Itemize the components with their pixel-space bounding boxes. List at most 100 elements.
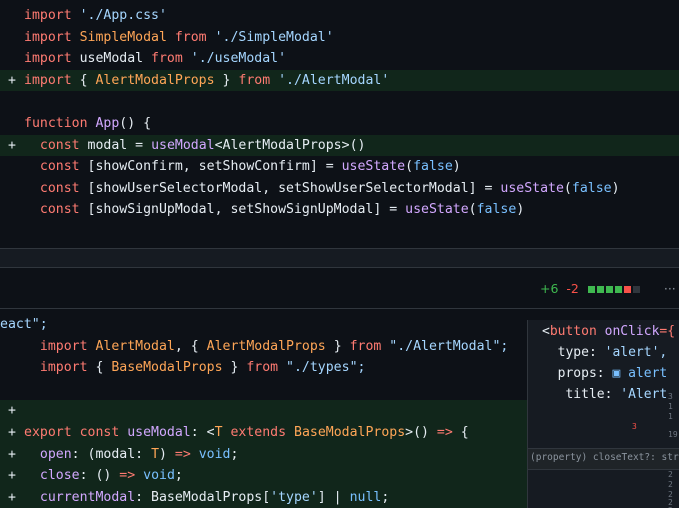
code-token: SimpleModal [79, 29, 175, 45]
code-token: useModal [127, 425, 191, 440]
diff-marker: + [8, 425, 16, 440]
code-token: open [39, 446, 72, 462]
code-token: <AlertModalProps>() [214, 137, 366, 153]
tooltip-text: (property) closeText?: strin [530, 452, 679, 463]
diff-line: const [showUserSelectorModal, setShowUse… [0, 178, 679, 200]
code-token: void [198, 446, 231, 462]
code-token: AlertModalProps [206, 338, 334, 354]
diff-line: const [showSignUpModal, setShowSignUpMod… [0, 199, 679, 221]
diff-line: function App() { [0, 113, 679, 135]
code-token: ] | [317, 489, 350, 505]
code-token: import [24, 338, 96, 354]
code-token: const [39, 180, 88, 196]
code-token: : () [79, 468, 120, 484]
code-token: T [151, 446, 160, 462]
code-text: import AlertModal, { AlertModalProps } f… [24, 336, 509, 358]
code-text: import SimpleModal from './SimpleModal' [24, 27, 334, 49]
code-token: { [95, 360, 112, 376]
code-token: const [39, 159, 88, 175]
code-token: './App.css' [79, 8, 167, 23]
code-token: => [174, 446, 199, 462]
code-token: => [119, 468, 144, 484]
code-token: useModal [79, 51, 152, 67]
code-text: const [showConfirm, setShowConfirm] = us… [24, 156, 461, 178]
code-text: import { BaseModalProps } from "./types"… [24, 357, 366, 379]
diff-marker: + [8, 403, 16, 419]
code-token: useState [405, 202, 469, 218]
hover-tooltip: (property) closeText?: strin [528, 448, 679, 470]
code-token: onClick [604, 324, 660, 339]
code-token: title: [542, 387, 621, 402]
editor-overlay: <button onClick={ type: 'alert', props: … [527, 320, 679, 508]
code-token: [showSignUpModal, setShowSignUpModal] = [87, 202, 406, 218]
code-token: import [24, 51, 80, 67]
code-token: false [571, 180, 612, 196]
minimap-line-number: 3 [668, 392, 673, 401]
code-text: close: () => void; [24, 465, 183, 487]
code-token: < [542, 324, 550, 339]
code-token: ▣ alert [612, 366, 668, 381]
code-token: >() [405, 425, 437, 440]
code-text: const [showSignUpModal, setShowSignUpMod… [24, 199, 524, 221]
gutter-number: 3 [632, 422, 637, 431]
code-token: App [95, 116, 120, 131]
top-diff-pane: import './App.css' import SimpleModal fro… [0, 0, 679, 250]
minimap-line-number: 2 [668, 480, 673, 489]
code-token: => [436, 425, 461, 440]
code-token: from [238, 72, 279, 88]
code-token: { [79, 72, 96, 88]
code-text: import { AlertModalProps } from './Alert… [24, 70, 389, 92]
code-token: const [39, 202, 88, 218]
code-text: eact"; [0, 314, 48, 336]
code-token: './useModal' [190, 51, 287, 67]
diff-line: + import { AlertModalProps } from './Aler… [0, 69, 679, 92]
diff-line [0, 91, 679, 113]
code-token: import [24, 8, 80, 23]
minimap-line-number: 19 [668, 430, 678, 439]
code-token: ( [468, 202, 477, 218]
code-token: AlertModalProps [95, 72, 223, 88]
code-token: { [460, 425, 469, 440]
code-token: modal = [87, 137, 152, 153]
overlay-code-line: props: ▣ alert [542, 366, 668, 381]
diff-line: const [showConfirm, setShowConfirm] = us… [0, 156, 679, 178]
code-token: useModal [151, 137, 215, 153]
overlay-code-line: title: 'Alert [542, 387, 667, 402]
diff-marker: + [8, 72, 16, 88]
code-token: ) [611, 180, 620, 196]
more-options-icon[interactable]: ··· [664, 281, 676, 296]
code-token: import [24, 360, 96, 376]
code-text: function App() { [24, 113, 151, 135]
code-token: './AlertModal' [278, 72, 390, 88]
code-token: from [151, 51, 191, 67]
code-token: 'Alert [620, 387, 668, 402]
code-token: ; [174, 468, 183, 484]
code-token: 'type' [270, 489, 318, 505]
code-token: import [24, 29, 80, 45]
minimap-line-number: 1 [668, 402, 673, 411]
code-token: useState [500, 180, 564, 196]
divider-band [0, 248, 679, 268]
code-token: BaseModalProps [294, 425, 406, 440]
code-token: "./AlertModal"; [389, 338, 509, 354]
code-token: false [476, 202, 517, 218]
code-token: T [214, 425, 231, 440]
code-token: import [24, 72, 80, 88]
code-token: close [39, 468, 80, 484]
code-token: BaseModalProps [111, 360, 231, 376]
code-text: currentModal: BaseModalProps['type'] | n… [24, 487, 389, 508]
code-token: useState [341, 159, 406, 175]
code-token: "./types"; [286, 360, 366, 376]
code-token: ) [452, 159, 461, 175]
code-token: type: [542, 345, 605, 360]
overlay-code-line: <button onClick={ [542, 324, 675, 339]
minimap-line-number: 1 [668, 412, 673, 421]
diff-line: import SimpleModal from './SimpleModal' [0, 27, 679, 49]
code-token: false [413, 159, 453, 175]
code-token: './SimpleModal' [214, 29, 334, 45]
